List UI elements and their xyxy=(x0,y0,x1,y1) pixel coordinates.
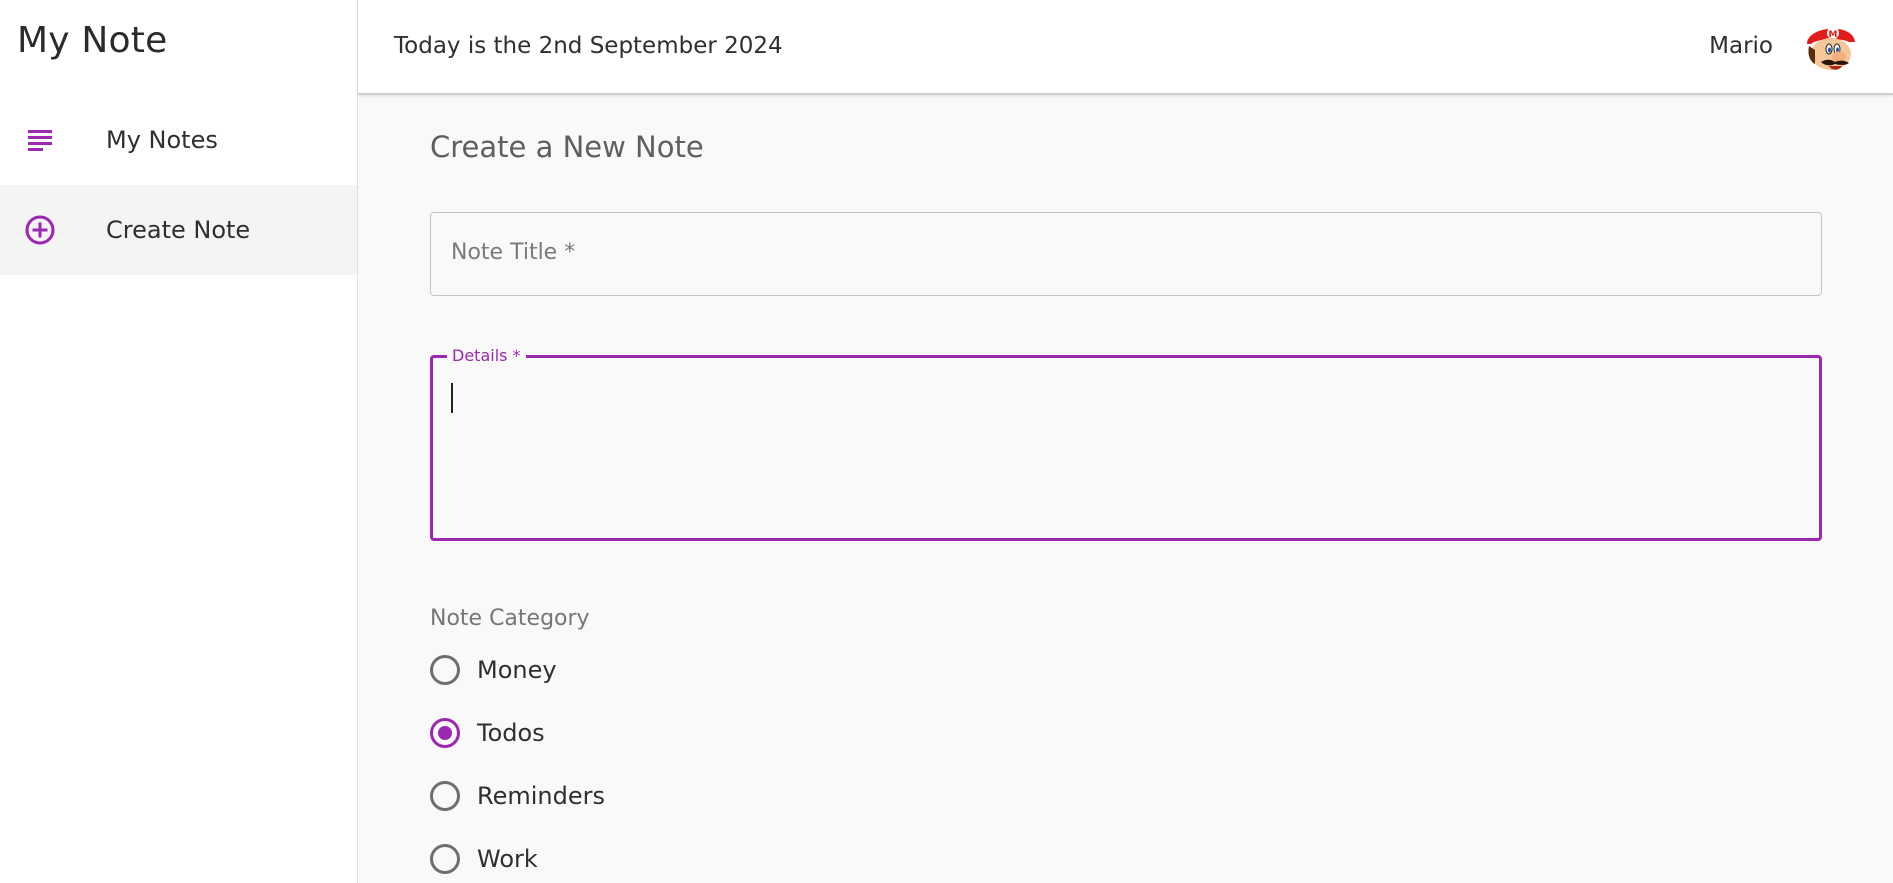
note-category-label: Note Category xyxy=(430,606,590,631)
page-title: Create a New Note xyxy=(430,130,704,164)
radio-option-money[interactable]: Money xyxy=(430,650,557,690)
radio-option-todos[interactable]: Todos xyxy=(430,713,545,753)
sidebar-item-label: My Notes xyxy=(106,126,218,154)
sidebar-item-create-note[interactable]: Create Note xyxy=(0,185,357,275)
app-header: Today is the 2nd September 2024 Mario M xyxy=(358,0,1893,95)
radio-label: Todos xyxy=(477,719,545,747)
app-title: My Note xyxy=(17,20,168,61)
details-field[interactable]: Details * xyxy=(430,346,1822,541)
main-content: Create a New Note Note Title * Details *… xyxy=(358,97,1893,883)
sidebar: My Note My Notes Create Note xyxy=(0,0,358,883)
radio-label: Reminders xyxy=(477,782,605,810)
note-title-placeholder: Note Title * xyxy=(451,240,576,265)
add-circle-icon xyxy=(24,214,56,246)
avatar[interactable]: M xyxy=(1799,16,1861,78)
mario-avatar-icon: M xyxy=(1799,16,1861,78)
details-label: Details * xyxy=(447,346,526,365)
date-text: Today is the 2nd September 2024 xyxy=(394,33,783,59)
sidebar-item-label: Create Note xyxy=(106,216,251,244)
radio-label: Work xyxy=(477,845,538,873)
radio-option-reminders[interactable]: Reminders xyxy=(430,776,605,816)
radio-unchecked-icon[interactable] xyxy=(430,781,460,811)
radio-option-work[interactable]: Work xyxy=(430,839,538,879)
note-title-field[interactable]: Note Title * xyxy=(430,212,1822,296)
username: Mario xyxy=(1709,33,1773,59)
radio-label: Money xyxy=(477,656,557,684)
radio-checked-icon[interactable] xyxy=(430,718,460,748)
text-cursor xyxy=(451,383,453,413)
radio-unchecked-icon[interactable] xyxy=(430,844,460,874)
subject-lines-icon xyxy=(24,124,56,156)
radio-unchecked-icon[interactable] xyxy=(430,655,460,685)
sidebar-item-my-notes[interactable]: My Notes xyxy=(0,95,357,185)
